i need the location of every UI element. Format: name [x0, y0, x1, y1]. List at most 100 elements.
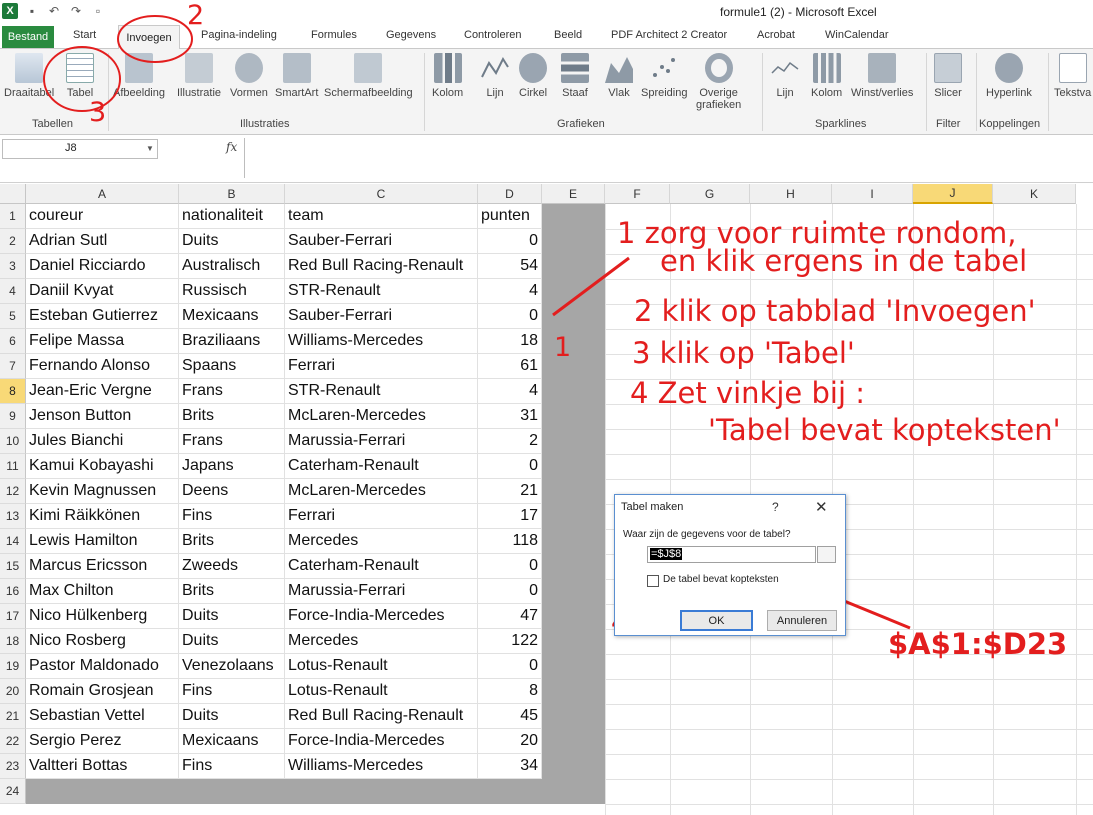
table-cell[interactable]: team [285, 204, 478, 229]
table-cell[interactable]: 2 [478, 429, 542, 454]
new-document-icon[interactable]: ▫ [90, 3, 106, 19]
row-header[interactable]: 18 [0, 629, 26, 654]
table-cell[interactable]: Jules Bianchi [26, 429, 179, 454]
table-cell[interactable]: McLaren-Mercedes [285, 404, 478, 429]
help-icon[interactable]: ? [772, 500, 779, 514]
redo-icon[interactable]: ↷ [68, 3, 84, 19]
table-cell[interactable]: nationaliteit [179, 204, 285, 229]
table-cell[interactable]: Daniil Kvyat [26, 279, 179, 304]
table-cell[interactable]: Caterham-Renault [285, 554, 478, 579]
table-cell[interactable]: 31 [478, 404, 542, 429]
tab-insert[interactable]: Invoegen [118, 25, 180, 50]
table-cell[interactable]: Nico Hülkenberg [26, 604, 179, 629]
table-cell[interactable]: Sergio Perez [26, 729, 179, 754]
pivottable-button[interactable]: Draaitabel [4, 53, 54, 99]
table-cell[interactable]: Braziliaans [179, 329, 285, 354]
ok-button[interactable]: OK [680, 610, 753, 631]
row-header[interactable]: 2 [0, 229, 26, 254]
tab-review[interactable]: Controleren [464, 29, 521, 41]
table-cell[interactable]: Marcus Ericsson [26, 554, 179, 579]
table-cell[interactable]: Mercedes [285, 529, 478, 554]
table-cell[interactable]: Kamui Kobayashi [26, 454, 179, 479]
column-header[interactable]: C [285, 184, 478, 204]
row-header[interactable]: 24 [0, 779, 26, 804]
tab-wincalendar[interactable]: WinCalendar [825, 29, 889, 41]
table-cell[interactable]: 0 [478, 554, 542, 579]
row-header[interactable]: 7 [0, 354, 26, 379]
table-cell[interactable]: Pastor Maldonado [26, 654, 179, 679]
scatter-chart-button[interactable]: Spreiding [641, 53, 687, 99]
column-header[interactable]: H [750, 184, 832, 204]
tab-data[interactable]: Gegevens [386, 29, 436, 41]
column-header[interactable]: B [179, 184, 285, 204]
table-cell[interactable]: Lotus-Renault [285, 654, 478, 679]
row-header[interactable]: 1 [0, 204, 26, 229]
name-box[interactable]: J8 [2, 139, 158, 159]
table-cell[interactable]: Duits [179, 229, 285, 254]
area-chart-button[interactable]: Vlak [605, 53, 633, 99]
tab-view[interactable]: Beeld [554, 29, 582, 41]
table-cell[interactable]: Brits [179, 404, 285, 429]
table-cell[interactable]: 4 [478, 379, 542, 404]
cancel-button[interactable]: Annuleren [767, 610, 837, 631]
table-cell[interactable]: Duits [179, 704, 285, 729]
row-header[interactable]: 22 [0, 729, 26, 754]
sparkline-line-button[interactable]: Lijn [771, 53, 799, 99]
row-header[interactable]: 14 [0, 529, 26, 554]
table-cell[interactable]: coureur [26, 204, 179, 229]
collapse-dialog-icon[interactable] [817, 546, 836, 563]
row-header[interactable]: 19 [0, 654, 26, 679]
table-cell[interactable]: Red Bull Racing-Renault [285, 254, 478, 279]
table-button[interactable]: Tabel [66, 53, 94, 99]
table-cell[interactable]: Venezolaans [179, 654, 285, 679]
row-header[interactable]: 12 [0, 479, 26, 504]
formula-input[interactable] [244, 138, 1093, 178]
table-cell[interactable]: 0 [478, 579, 542, 604]
table-cell[interactable]: 8 [478, 679, 542, 704]
sparkline-column-button[interactable]: Kolom [811, 53, 842, 99]
headers-checkbox-label[interactable]: De tabel bevat kopteksten [663, 574, 779, 585]
table-cell[interactable]: Frans [179, 429, 285, 454]
table-cell[interactable]: Felipe Massa [26, 329, 179, 354]
table-cell[interactable]: Russisch [179, 279, 285, 304]
column-header[interactable]: A [26, 184, 179, 204]
table-cell[interactable]: Fins [179, 754, 285, 779]
tab-file[interactable]: Bestand [2, 26, 54, 48]
table-cell[interactable]: Jean-Eric Vergne [26, 379, 179, 404]
table-cell[interactable]: Force-India-Mercedes [285, 604, 478, 629]
line-chart-button[interactable]: Lijn [481, 53, 509, 99]
table-cell[interactable]: 34 [478, 754, 542, 779]
table-cell[interactable]: Ferrari [285, 354, 478, 379]
table-cell[interactable]: STR-Renault [285, 279, 478, 304]
hyperlink-button[interactable]: Hyperlink [986, 53, 1032, 99]
shapes-button[interactable]: Vormen [230, 53, 268, 99]
table-cell[interactable]: Romain Grosjean [26, 679, 179, 704]
table-cell[interactable]: Williams-Mercedes [285, 754, 478, 779]
table-cell[interactable]: Mercedes [285, 629, 478, 654]
row-header[interactable]: 13 [0, 504, 26, 529]
table-cell[interactable]: Ferrari [285, 504, 478, 529]
tab-pdf-architect[interactable]: PDF Architect 2 Creator [611, 29, 727, 41]
table-cell[interactable]: 0 [478, 654, 542, 679]
smartart-button[interactable]: SmartArt [275, 53, 318, 99]
table-cell[interactable]: Lotus-Renault [285, 679, 478, 704]
table-cell[interactable]: 20 [478, 729, 542, 754]
row-header[interactable]: 10 [0, 429, 26, 454]
column-header[interactable]: I [832, 184, 913, 204]
table-cell[interactable]: Jenson Button [26, 404, 179, 429]
table-cell[interactable]: Nico Rosberg [26, 629, 179, 654]
screenshot-button[interactable]: Schermafbeelding [324, 53, 413, 99]
table-cell[interactable]: Brits [179, 579, 285, 604]
column-header[interactable]: D [478, 184, 542, 204]
table-cell[interactable]: 118 [478, 529, 542, 554]
table-cell[interactable]: Spaans [179, 354, 285, 379]
table-cell[interactable]: 4 [478, 279, 542, 304]
sparkline-winloss-button[interactable]: Winst/verlies [851, 53, 913, 99]
table-cell[interactable]: Williams-Mercedes [285, 329, 478, 354]
row-header[interactable]: 8 [0, 379, 26, 404]
column-header[interactable]: F [605, 184, 670, 204]
chevron-down-icon[interactable]: ▼ [146, 144, 154, 153]
column-header[interactable]: E [542, 184, 605, 204]
row-header[interactable]: 16 [0, 579, 26, 604]
pie-chart-button[interactable]: Cirkel [519, 53, 547, 99]
